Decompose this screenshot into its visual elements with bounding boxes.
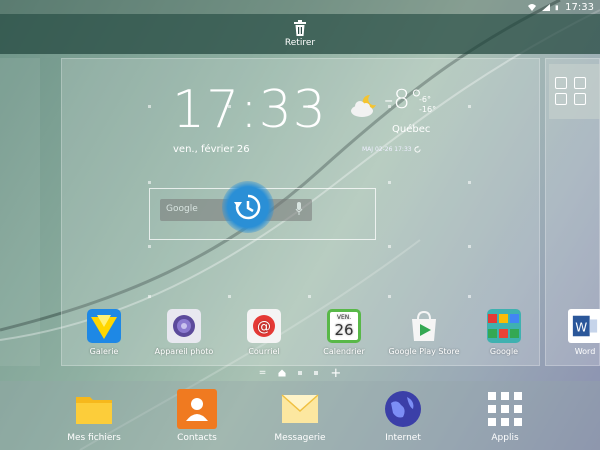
refresh-icon[interactable] [413,146,421,153]
grid-dot [308,295,311,298]
previous-page-peek[interactable] [0,58,40,366]
grid-dot [148,181,151,184]
weather-temperature: -8° [384,85,423,115]
app-calendrier[interactable]: VEN. 26 Calendrier [304,309,384,356]
folder-icon [74,389,114,429]
app-label: Galerie [89,347,119,356]
home-page-icon[interactable] [278,369,286,377]
trash-icon [294,20,306,36]
dock-contacts[interactable]: Contacts [157,389,237,443]
app-label: Mes fichiers [67,433,121,443]
app-galerie[interactable]: Galerie [64,309,144,356]
page-dot[interactable] [298,371,303,375]
dock: Mes fichiers Contacts Messagerie Interne… [0,381,600,450]
app-label: Applis [491,433,519,443]
grid-dot [468,181,471,184]
dock-mes-fichiers[interactable]: Mes fichiers [54,389,134,443]
status-time: 17:33 [565,1,594,13]
app-word[interactable]: W Word [568,309,600,356]
grid-dot [388,181,391,184]
app-google-play-store[interactable]: Google Play Store [384,309,464,356]
apps-grid-icon [485,389,525,429]
grid-dot [388,295,391,298]
signal-icon [542,3,551,11]
google-logo: Google [166,204,198,214]
dock-applis[interactable]: Applis [465,389,545,443]
app-label: Appareil photo [154,347,214,356]
weather-high-low: -6° -16° [419,95,436,115]
calendar-icon: VEN. 26 [327,309,361,343]
page-indicator[interactable]: = + [0,366,600,381]
microphone-icon[interactable] [295,202,303,216]
dock-internet[interactable]: Internet [363,389,443,443]
next-page-peek[interactable]: W Word [545,58,600,366]
grid-dot [148,295,151,298]
google-folder-icon [487,309,521,343]
contacts-icon [177,389,217,429]
word-icon: W [568,309,600,343]
weather-low: -16° [419,105,437,114]
app-label: Courriel [248,347,280,356]
svg-text:@: @ [257,319,271,335]
home-page-editing[interactable]: 17:33 ven., février 26 -8° -6° -16° Québ… [61,58,540,366]
app-label: Calendrier [323,347,365,356]
remove-label: Retirer [284,38,316,48]
app-label: Google [489,347,519,356]
battery-icon [555,4,559,10]
gallery-icon [87,309,121,343]
clock-time[interactable]: 17:33 [172,84,327,136]
grid-dot [388,245,391,248]
grid-dot [468,245,471,248]
app-courriel[interactable]: @ Courriel [224,309,304,356]
remove-drop-zone[interactable]: Retirer [0,14,600,54]
play-store-icon [407,309,441,343]
weather-high: -6° [419,95,431,104]
app-label: Word [574,347,596,356]
page-dot[interactable] [314,371,319,375]
app-label: Google Play Store [388,347,460,356]
widget-peek [549,64,600,119]
app-label: Messagerie [274,433,326,443]
internet-icon [383,389,423,429]
weather-city: Québec [392,124,431,135]
weather-updated: MAJ 02-26 17:33 [362,146,421,153]
grid-dot [468,295,471,298]
app-label: Contacts [177,433,217,443]
restore-clock-icon [234,194,261,220]
app-google-folder[interactable]: Google [464,309,544,356]
add-page-button[interactable]: + [330,366,341,381]
grid-dot [148,245,151,248]
email-icon: @ [247,309,281,343]
grid-dot [228,295,231,298]
camera-icon [167,309,201,343]
restore-button[interactable] [222,181,274,233]
status-bar: 17:33 [0,0,600,14]
wifi-icon [528,3,537,11]
grid-dot [468,105,471,108]
app-label: Internet [385,433,421,443]
pager-menu[interactable]: = [259,368,267,378]
dock-messagerie[interactable]: Messagerie [260,389,340,443]
weather-cloud-moon-icon [351,94,376,117]
svg-text:W: W [575,321,587,335]
clock-date: ven., février 26 [173,144,250,155]
grid-dot [148,105,151,108]
messages-icon [280,389,320,429]
app-appareil-photo[interactable]: Appareil photo [144,309,224,356]
